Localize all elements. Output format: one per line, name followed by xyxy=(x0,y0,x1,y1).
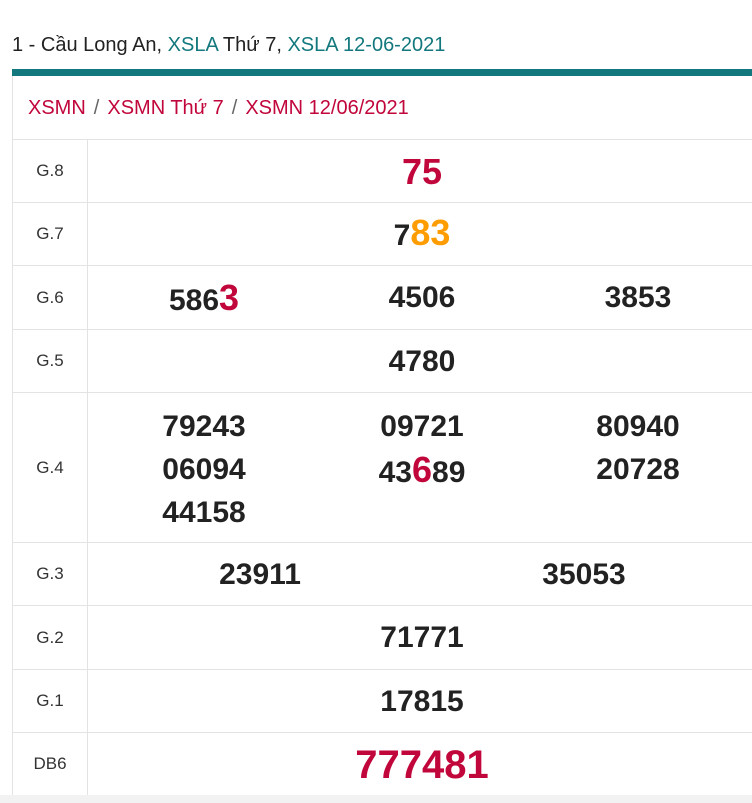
prize-highlight: 83 xyxy=(410,212,451,253)
prize-digits: 89 xyxy=(432,456,466,489)
prize-label: G.5 xyxy=(13,330,88,392)
bottom-strip xyxy=(0,795,752,803)
prize-highlight: 6 xyxy=(411,449,433,490)
prize-row-g8: G.8 75 xyxy=(13,140,752,203)
breadcrumb-xsmn-date[interactable]: XSMN 12/06/2021 xyxy=(245,97,408,119)
prize-row-g6: G.6 5863 4506 3853 xyxy=(13,266,752,330)
breadcrumb-separator: / xyxy=(93,97,100,119)
prize-label: DB6 xyxy=(13,733,88,795)
page-header: 1 - Cầu Long An, XSLA Thứ 7, XSLA 12-06-… xyxy=(12,0,752,70)
header-divider xyxy=(12,69,752,76)
prize-number-special: 777481 xyxy=(355,743,489,787)
xsla-date-link[interactable]: XSLA 12-06-2021 xyxy=(287,34,445,56)
xsla-link[interactable]: XSLA xyxy=(168,34,218,56)
prize-row-g7: G.7 783 xyxy=(13,203,752,266)
prize-number-g4-3: 80940 xyxy=(596,410,680,443)
prize-highlight: 3 xyxy=(219,277,240,318)
prize-number-g7: 783 xyxy=(394,215,451,251)
prize-number-g4-4: 06094 xyxy=(162,453,246,486)
prize-number-g6-1: 5863 xyxy=(169,280,239,316)
prize-row-g4: G.4 79243 09721 80940 06094 43689 20728 … xyxy=(13,393,752,543)
breadcrumb-separator: / xyxy=(231,97,238,119)
prize-row-g2: G.2 71771 xyxy=(13,606,752,670)
title-prefix: 1 - Cầu Long An, xyxy=(12,34,168,56)
prize-number-g2: 71771 xyxy=(380,621,464,654)
breadcrumb-xsmn[interactable]: XSMN xyxy=(28,97,86,119)
prize-row-g5: G.5 4780 xyxy=(13,330,752,393)
prize-number-g6-2: 4506 xyxy=(388,281,456,314)
breadcrumb: XSMN / XSMN Thứ 7 / XSMN 12/06/2021 xyxy=(13,76,752,140)
prize-label: G.2 xyxy=(13,606,88,669)
prize-number-g4-2: 09721 xyxy=(380,410,464,443)
prize-number-g3-2: 35053 xyxy=(542,558,626,591)
title-day: Thứ 7, xyxy=(217,34,288,56)
prize-label: G.4 xyxy=(13,393,88,542)
prize-number-g1: 17815 xyxy=(380,685,464,718)
prize-row-g1: G.1 17815 xyxy=(13,670,752,733)
prize-digits: 43 xyxy=(378,456,412,489)
prize-number-g6-3: 3853 xyxy=(604,281,672,314)
prize-label: G.6 xyxy=(13,266,88,329)
page-title: 1 - Cầu Long An, XSLA Thứ 7, XSLA 12-06-… xyxy=(12,34,445,57)
results-panel: XSMN / XSMN Thứ 7 / XSMN 12/06/2021 G.8 75 G… xyxy=(12,76,752,803)
prize-row-special: DB6 777481 xyxy=(13,733,752,796)
prize-digits: 7 xyxy=(393,219,411,252)
breadcrumb-xsmn-thu7[interactable]: XSMN Thứ 7 xyxy=(107,97,223,119)
prize-number-g4-5: 43689 xyxy=(379,452,466,488)
prize-number-g4-1: 79243 xyxy=(162,410,246,443)
prize-label: G.8 xyxy=(13,140,88,202)
results-table: G.8 75 G.7 783 G.6 5863 4506 3853 G.5 47 xyxy=(13,140,752,796)
prize-number-g3-1: 23911 xyxy=(219,558,301,591)
prize-digits: 586 xyxy=(168,284,220,317)
prize-number-g4-7: 44158 xyxy=(162,496,246,529)
prize-number-g4-6: 20728 xyxy=(596,453,680,486)
prize-label: G.1 xyxy=(13,670,88,732)
prize-row-g3: G.3 23911 35053 xyxy=(13,543,752,606)
prize-label: G.7 xyxy=(13,203,88,265)
prize-number-g8: 75 xyxy=(401,151,443,192)
prize-label: G.3 xyxy=(13,543,88,605)
prize-number-g5: 4780 xyxy=(388,345,456,378)
